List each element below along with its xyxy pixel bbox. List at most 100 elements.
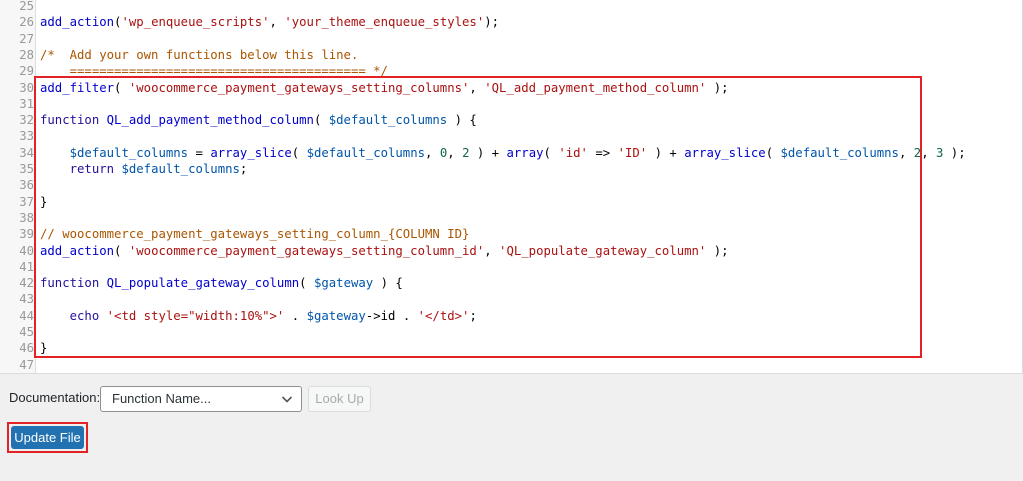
line-number: 40 — [19, 243, 34, 258]
code-token: ); — [943, 145, 966, 160]
code-token: $default_columns — [69, 145, 189, 160]
look-up-button[interactable]: Look Up — [308, 386, 371, 412]
code-token: , — [269, 15, 285, 30]
code-token: '<td style="width:10%">' — [106, 308, 285, 323]
code-token: add_action — [40, 15, 115, 30]
documentation-label: Documentation: — [9, 390, 101, 405]
line-number: 29 — [19, 64, 34, 79]
line-number: 36 — [19, 178, 34, 193]
line-number: 26 — [19, 15, 34, 30]
code-line: 34 $default_columns = array_slice( $defa… — [0, 145, 1022, 161]
code-token: ( — [313, 113, 329, 128]
code-token: ( — [291, 145, 307, 160]
line-number: 25 — [19, 0, 34, 13]
code-line: 36 — [0, 177, 1022, 193]
code-line: 25 — [0, 0, 1022, 14]
code-token: . — [284, 308, 307, 323]
code-token: 'wp_enqueue_scripts' — [121, 15, 270, 30]
code-line: 31 — [0, 96, 1022, 112]
code-token: ; — [469, 308, 477, 323]
code-token: , — [921, 145, 936, 160]
code-token: add_action — [40, 243, 115, 258]
code-token: } — [40, 341, 48, 356]
code-text: } — [40, 340, 47, 356]
code-token: 'your_theme_enqueue_styles' — [284, 15, 485, 30]
line-number: 27 — [19, 31, 34, 46]
line-number: 34 — [19, 145, 34, 160]
code-token: $gateway — [313, 276, 374, 291]
update-file-button[interactable]: Update File — [11, 426, 84, 449]
code-token: = — [188, 145, 211, 160]
function-name-select[interactable]: Function Name... — [100, 386, 302, 412]
line-number: 32 — [19, 113, 34, 128]
code-text: $default_columns = array_slice( $default… — [40, 145, 966, 161]
code-text: add_action('wp_enqueue_scripts', 'your_t… — [40, 14, 499, 30]
code-token: ) { — [447, 113, 477, 128]
line-number: 31 — [19, 96, 34, 111]
code-line: 27 — [0, 31, 1022, 47]
code-token: array — [506, 145, 544, 160]
code-token: ); — [706, 80, 729, 95]
line-number: 43 — [19, 292, 34, 307]
update-file-highlight: Update File — [7, 422, 88, 453]
code-token: QL_add_payment_method_column — [106, 113, 314, 128]
code-token: , — [898, 145, 914, 160]
code-token: QL_populate_gateway_column — [106, 276, 300, 291]
code-token: $default_columns — [306, 145, 426, 160]
line-number: 46 — [19, 341, 34, 356]
line-number: 44 — [19, 308, 34, 323]
line-number: 33 — [19, 129, 34, 144]
code-token: echo — [69, 308, 100, 323]
code-token: ( — [114, 80, 129, 95]
line-number: 45 — [19, 325, 34, 339]
code-line: 45 — [0, 324, 1022, 340]
code-token: ); — [484, 15, 500, 30]
code-token: , — [425, 145, 440, 160]
code-token: ) { — [373, 276, 403, 291]
code-text: /* Add your own functions below this lin… — [40, 47, 358, 63]
code-text: ========================================… — [40, 63, 388, 79]
code-token: 'woocommerce_payment_gateways_setting_co… — [128, 80, 470, 95]
code-token: ->id . — [365, 308, 418, 323]
code-line: 42 function QL_populate_gateway_column( $… — [0, 275, 1022, 291]
code-token: ( — [543, 145, 559, 160]
code-token: ; — [239, 162, 248, 176]
code-line: 38 — [0, 210, 1022, 226]
line-number: 28 — [19, 47, 34, 62]
line-number: 42 — [19, 276, 34, 291]
code-token: , — [469, 80, 485, 95]
line-number: 35 — [19, 162, 34, 176]
code-line: 40 add_action( 'woocommerce_payment_gatew… — [0, 243, 1022, 259]
code-token: ( — [765, 145, 781, 160]
code-editor[interactable]: 25 26 add_action('wp_enqueue_scripts', 'yo… — [0, 0, 1023, 374]
code-token: $default_columns — [780, 145, 899, 160]
code-line: 41 — [0, 259, 1022, 275]
code-token: , — [484, 243, 500, 258]
chevron-down-icon — [281, 396, 293, 403]
line-number: 37 — [19, 194, 34, 209]
code-text: return $default_columns; — [40, 161, 248, 177]
code-token: function — [40, 113, 100, 128]
code-line: 29 =====================================… — [0, 63, 1022, 79]
code-token: ); — [706, 243, 729, 258]
code-text: function QL_add_payment_method_column( $… — [40, 112, 477, 128]
code-token: /* Add your own functions below this lin… — [40, 47, 359, 62]
code-token: => — [587, 145, 618, 160]
line-number: 38 — [19, 210, 34, 225]
code-text: add_filter( 'woocommerce_payment_gateway… — [40, 80, 729, 96]
code-token: } — [40, 194, 48, 209]
code-token: ) + — [647, 145, 685, 160]
code-token: ========================================… — [40, 64, 388, 79]
code-token: array_slice — [210, 145, 292, 160]
code-token: add_filter — [40, 80, 115, 95]
code-line: 46} — [0, 340, 1022, 356]
code-token: return — [69, 162, 115, 176]
code-line: 26 add_action('wp_enqueue_scripts', 'your… — [0, 14, 1022, 30]
code-line: 43 — [0, 291, 1022, 307]
